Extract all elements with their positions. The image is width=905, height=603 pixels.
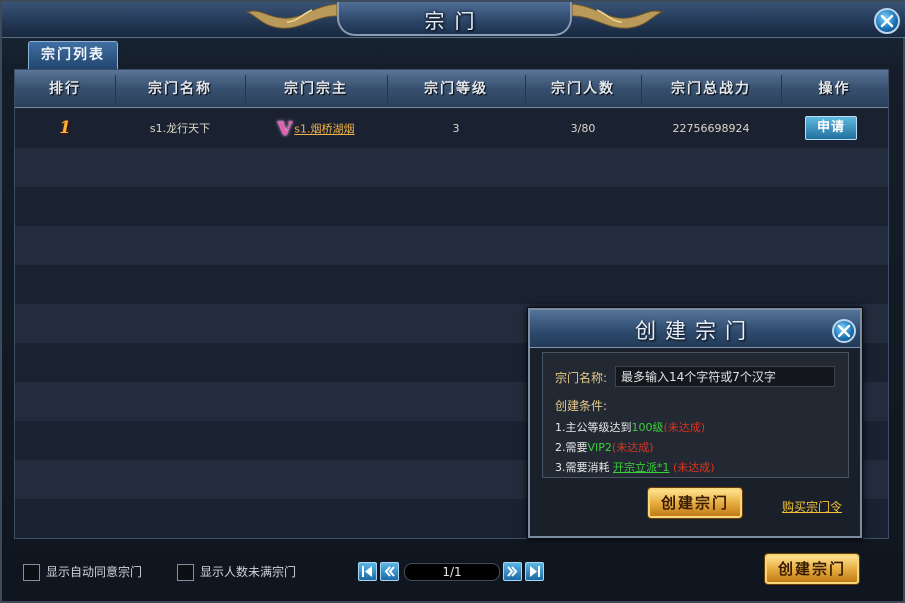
condition-requirement[interactable]: 开宗立派*1 bbox=[613, 461, 670, 474]
condition-text: 2.需要 bbox=[555, 441, 588, 454]
prev-page-button[interactable] bbox=[380, 562, 399, 581]
column-header-action: 操作 bbox=[818, 81, 851, 97]
condition-status: (未达成) bbox=[673, 461, 715, 474]
next-page-button[interactable] bbox=[503, 562, 522, 581]
condition-requirement: 100级 bbox=[631, 421, 664, 434]
sect-name-label: 宗门名称: bbox=[555, 371, 608, 385]
condition-level: 1.主公等级达到100级(未达成) bbox=[555, 419, 705, 435]
condition-text: 3.需要消耗 bbox=[555, 461, 613, 474]
sect-window: 宗门 宗门列表 排行 宗门名称 宗门宗主 宗门等级 宗门人数 宗门总战力 操作 … bbox=[0, 0, 905, 603]
condition-status: (未达成) bbox=[611, 441, 654, 454]
table-row bbox=[15, 148, 888, 187]
dialog-close-button[interactable] bbox=[832, 319, 856, 343]
sect-name-cell: s1.龙行天下 bbox=[149, 122, 211, 135]
column-header-level: 宗门等级 bbox=[424, 81, 488, 97]
apply-button[interactable]: 申请 bbox=[805, 116, 857, 140]
table-row bbox=[15, 187, 888, 226]
table-header: 排行 宗门名称 宗门宗主 宗门等级 宗门人数 宗门总战力 操作 bbox=[15, 70, 888, 108]
dialog-content-box: 宗门名称: 创建条件: 1.主公等级达到100级(未达成) 2.需要VIP2(未… bbox=[542, 352, 849, 478]
last-page-button[interactable] bbox=[525, 562, 544, 581]
vip-v-icon: V bbox=[277, 117, 293, 140]
sect-name-input[interactable] bbox=[615, 366, 835, 387]
tab-sect-list[interactable]: 宗门列表 bbox=[28, 41, 118, 69]
close-icon bbox=[837, 324, 851, 338]
condition-status: (未达成) bbox=[663, 421, 706, 434]
condition-vip: 2.需要VIP2(未达成) bbox=[555, 439, 654, 455]
members-cell: 3/80 bbox=[570, 122, 596, 135]
table-row bbox=[15, 226, 888, 265]
create-sect-dialog: 创建宗门 宗门名称: 创建条件: 1.主公等级达到100级(未达成) 2.需要V… bbox=[528, 308, 862, 538]
first-page-button[interactable] bbox=[358, 562, 377, 581]
prev-page-icon bbox=[384, 566, 395, 577]
close-icon bbox=[880, 14, 894, 28]
rank-badge: 1 bbox=[59, 118, 71, 138]
table-row bbox=[15, 265, 888, 304]
condition-item: 3.需要消耗 开宗立派*1 (未达成) bbox=[555, 459, 715, 475]
conditions-label: 创建条件: bbox=[555, 399, 608, 413]
column-header-sect-name: 宗门名称 bbox=[148, 81, 212, 97]
title-ornament-right bbox=[572, 3, 664, 29]
leader-cell: Vs1.烟桥湖烟 bbox=[245, 109, 387, 148]
create-sect-button[interactable]: 创建宗门 bbox=[765, 554, 859, 584]
buy-sect-token-link[interactable]: 购买宗门令 bbox=[782, 498, 842, 515]
not-full-checkbox[interactable] bbox=[177, 564, 194, 581]
last-page-icon bbox=[530, 566, 540, 577]
dialog-create-button[interactable]: 创建宗门 bbox=[648, 488, 742, 518]
condition-text: 1.主公等级达到 bbox=[555, 421, 632, 434]
title-ornament-left bbox=[245, 3, 337, 29]
level-cell: 3 bbox=[452, 122, 460, 135]
auto-accept-label: 显示自动同意宗门 bbox=[46, 565, 143, 579]
page-indicator: 1/1 bbox=[404, 563, 500, 581]
leader-name-link[interactable]: s1.烟桥湖烟 bbox=[294, 123, 354, 136]
not-full-label: 显示人数未满宗门 bbox=[200, 565, 297, 579]
table-row: 1 s1.龙行天下 Vs1.烟桥湖烟 3 3/80 22756698924 申请 bbox=[15, 109, 888, 148]
column-header-rank: 排行 bbox=[49, 81, 81, 97]
window-title: 宗门 bbox=[424, 9, 485, 33]
dialog-title: 创建宗门 bbox=[635, 319, 755, 343]
rank-cell: 1 bbox=[15, 109, 115, 148]
first-page-icon bbox=[362, 566, 372, 577]
column-header-members: 宗门人数 bbox=[551, 81, 615, 97]
condition-requirement: VIP2 bbox=[587, 441, 612, 454]
auto-accept-checkbox[interactable] bbox=[23, 564, 40, 581]
close-button[interactable] bbox=[874, 8, 900, 34]
column-header-leader: 宗门宗主 bbox=[284, 81, 348, 97]
next-page-icon bbox=[507, 566, 518, 577]
column-header-power: 宗门总战力 bbox=[671, 81, 751, 97]
power-cell: 22756698924 bbox=[672, 122, 750, 135]
